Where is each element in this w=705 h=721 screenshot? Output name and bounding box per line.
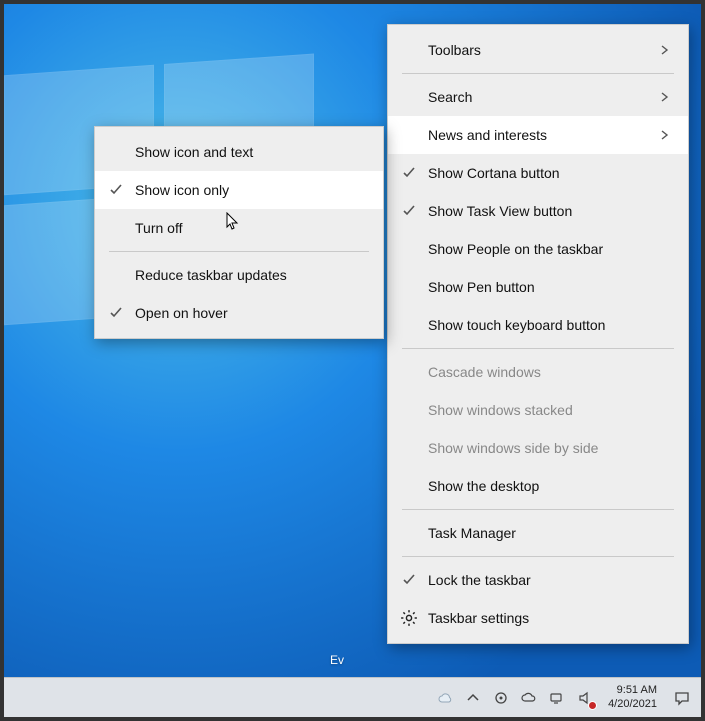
chevron-right-icon [658,128,672,142]
menu-item-stacked: Show windows stacked [388,391,688,429]
menu-item-pen[interactable]: Show Pen button [388,268,688,306]
menu-item-lock-taskbar[interactable]: Lock the taskbar [388,561,688,599]
menu-label: Show windows stacked [428,402,672,418]
menu-item-news-interests[interactable]: News and interests [388,116,688,154]
menu-label: Show windows side by side [428,440,672,456]
menu-label: Toolbars [428,42,648,58]
chevron-right-icon [658,90,672,104]
separator [109,251,369,252]
menu-item-cascade: Cascade windows [388,353,688,391]
weather-icon[interactable] [436,689,454,707]
menu-item-taskbar-settings[interactable]: Taskbar settings [388,599,688,637]
gear-icon [400,609,418,627]
check-icon [107,304,125,322]
menu-label: Show Task View button [428,203,672,219]
menu-label: Show People on the taskbar [428,241,672,257]
menu-label: News and interests [428,127,648,143]
onedrive-icon[interactable] [520,689,538,707]
separator [402,509,674,510]
menu-label: Show touch keyboard button [428,317,672,333]
menu-label: Search [428,89,648,105]
action-center-icon[interactable] [671,687,693,709]
check-icon [400,202,418,220]
check-icon [107,181,125,199]
submenu-item-icon-text[interactable]: Show icon and text [95,133,383,171]
menu-label: Task Manager [428,525,672,541]
news-interests-submenu: Show icon and text Show icon only Turn o… [94,126,384,339]
menu-label: Open on hover [135,305,367,321]
menu-item-cortana[interactable]: Show Cortana button [388,154,688,192]
menu-item-sidebyside: Show windows side by side [388,429,688,467]
tray-expand-icon[interactable] [464,689,482,707]
submenu-item-open-on-hover[interactable]: Open on hover [95,294,383,332]
separator [402,73,674,74]
menu-label: Reduce taskbar updates [135,267,367,283]
separator [402,348,674,349]
taskbar-context-menu: Toolbars Search News and interests Show … [387,24,689,644]
menu-item-toolbars[interactable]: Toolbars [388,31,688,69]
error-badge-icon [588,701,597,710]
check-icon [400,164,418,182]
system-tray: 9:51 AM 4/20/2021 [430,678,701,717]
menu-item-search[interactable]: Search [388,78,688,116]
menu-label: Show icon and text [135,144,367,160]
menu-label: Lock the taskbar [428,572,672,588]
chevron-right-icon [658,43,672,57]
menu-item-show-desktop[interactable]: Show the desktop [388,467,688,505]
mouse-cursor-icon [226,212,240,232]
submenu-item-icon-only[interactable]: Show icon only [95,171,383,209]
taskbar[interactable]: 9:51 AM 4/20/2021 [4,677,701,717]
menu-label: Taskbar settings [428,610,672,626]
watermark-text: Ev [330,653,344,667]
menu-label: Show icon only [135,182,367,198]
clock-time: 9:51 AM [608,684,657,697]
menu-label: Turn off [135,220,367,236]
menu-label: Show Cortana button [428,165,672,181]
volume-icon[interactable] [576,689,594,707]
menu-item-taskview[interactable]: Show Task View button [388,192,688,230]
menu-label: Show Pen button [428,279,672,295]
menu-label: Cascade windows [428,364,672,380]
submenu-item-reduce-updates[interactable]: Reduce taskbar updates [95,256,383,294]
network-icon[interactable] [548,689,566,707]
location-icon[interactable] [492,689,510,707]
menu-item-touch-keyboard[interactable]: Show touch keyboard button [388,306,688,344]
menu-item-task-manager[interactable]: Task Manager [388,514,688,552]
menu-item-people[interactable]: Show People on the taskbar [388,230,688,268]
separator [402,556,674,557]
taskbar-clock[interactable]: 9:51 AM 4/20/2021 [604,684,661,710]
check-icon [400,571,418,589]
menu-label: Show the desktop [428,478,672,494]
clock-date: 4/20/2021 [608,698,657,711]
